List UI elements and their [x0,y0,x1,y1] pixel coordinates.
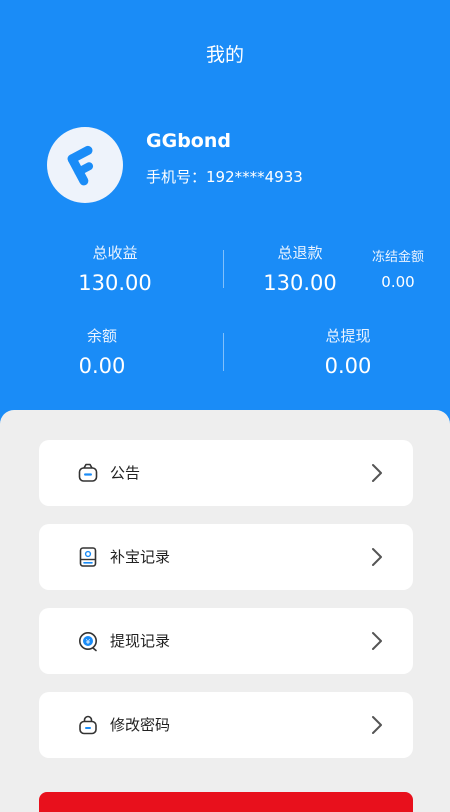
lock-icon [79,715,97,735]
total-refund-label: 总退款 [277,244,323,262]
menu-item-change-password[interactable]: 修改密码 [39,692,413,758]
announcement-icon [78,463,98,482]
total-withdraw-label: 总提现 [325,327,371,345]
total-income-label: 总收益 [92,244,138,262]
logout-button[interactable] [39,792,413,812]
total-withdraw-value: 0.00 [324,354,372,378]
svg-text:¥: ¥ [86,638,91,646]
withdraw-icon: ¥ [79,632,97,652]
menu-item-label: 修改密码 [110,716,171,734]
profile-header: 我的 GGbond 手机号：192****4933 总收益 130.00 总退款… [0,0,450,430]
menu-item-label: 补宝记录 [110,548,171,566]
chevron-right-icon [372,632,382,650]
menu-item-withdraw[interactable]: ¥ 提现记录 [39,608,413,674]
menu-item-announcement[interactable]: 公告 [39,440,413,506]
stats-divider [223,333,224,371]
menu-item-label: 提现记录 [110,632,171,650]
menu-item-record[interactable]: 补宝记录 [39,524,413,590]
menu-panel: 公告 补宝记录 ¥ 提现记录 修改密码 [0,410,450,800]
menu-item-label: 公告 [110,464,141,482]
balance-value: 0.00 [78,354,126,378]
stats-divider [223,250,224,288]
frozen-amount-value: 0.00 [381,273,415,291]
chevron-right-icon [372,548,382,566]
page-title: 我的 [205,44,244,66]
username: GGbond [146,130,231,152]
phone-number: 手机号：192****4933 [146,168,303,186]
avatar[interactable] [47,127,123,203]
chevron-right-icon [372,464,382,482]
record-icon [79,547,97,567]
chevron-right-icon [372,716,382,734]
total-income-value: 130.00 [78,271,152,295]
app-logo-icon [67,145,94,186]
total-refund-value: 130.00 [263,271,337,295]
frozen-amount-label: 冻结金额 [371,250,424,265]
balance-label: 余额 [86,327,117,345]
